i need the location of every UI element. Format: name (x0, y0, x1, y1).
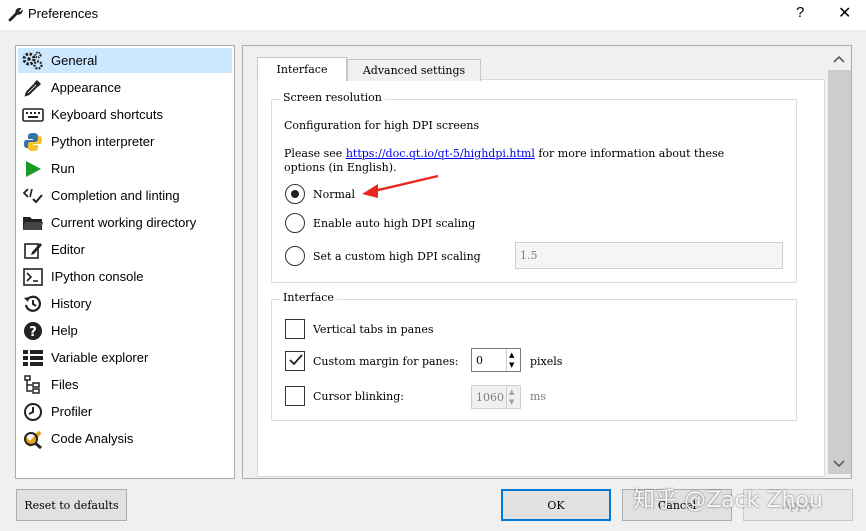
sidebar-item-appearance[interactable]: Appearance (18, 75, 232, 100)
spin-down-icon[interactable]: ▼ (509, 398, 514, 406)
sidebar-item-label: Python interpreter (51, 134, 155, 149)
chevron-up-icon[interactable] (833, 52, 845, 66)
highdpi-doc-link[interactable]: https://doc.qt.io/qt-5/highdpi.html (346, 147, 535, 160)
sidebar-item-label: IPython console (51, 269, 144, 284)
svg-text:?: ? (29, 325, 37, 340)
cursor-blinking-spinbox[interactable]: 1060 ▲ ▼ (471, 385, 521, 409)
terminal-icon (22, 266, 44, 288)
vertical-tabs-checkbox[interactable] (285, 319, 305, 339)
sidebar-item-profiler[interactable]: Profiler (18, 399, 232, 424)
sidebar-item-variable-explorer[interactable]: Variable explorer (18, 345, 232, 370)
sidebar-item-label: Keyboard shortcuts (51, 107, 164, 122)
radio-custom-scaling[interactable] (285, 246, 305, 266)
screen-resolution-group: Screen resolution Configuration for high… (271, 91, 797, 283)
info-text: Please see https://doc.qt.io/qt-5/highdp… (284, 147, 724, 160)
info-suffix: for more information about these (534, 147, 725, 160)
custom-margin-label: Custom margin for panes: (313, 355, 459, 368)
spin-down-icon[interactable]: ▼ (509, 361, 514, 369)
sidebar-item-keyboard-shortcuts[interactable]: Keyboard shortcuts (18, 102, 232, 127)
cursor-blinking-label: Cursor blinking: (313, 390, 404, 403)
play-icon (22, 158, 44, 180)
radio-normal[interactable] (285, 184, 305, 204)
sidebar-item-label: Current working directory (51, 215, 197, 230)
custom-margin-spinbox[interactable]: 0 ▲ ▼ (471, 348, 521, 372)
spin-buttons[interactable]: ▲ ▼ (506, 386, 520, 408)
list-icon (22, 347, 44, 369)
radio-auto-scaling[interactable] (285, 213, 305, 233)
sidebar-item-history[interactable]: History (18, 291, 232, 316)
sidebar-item-label: Appearance (51, 80, 122, 95)
completion-icon (22, 185, 44, 207)
scrollbar-thumb[interactable] (828, 70, 851, 474)
close-button[interactable]: ✕ (838, 3, 851, 23)
sidebar-item-code-analysis[interactable]: Code Analysis (18, 426, 232, 451)
spin-up-icon[interactable]: ▲ (509, 351, 514, 359)
spin-up-icon[interactable]: ▲ (509, 388, 514, 396)
sidebar-item-files[interactable]: Files (18, 372, 232, 397)
sidebar-item-label: Variable explorer (51, 350, 149, 365)
apply-button[interactable]: Apply (743, 489, 853, 521)
sidebar-item-label: General (51, 53, 98, 68)
spin-buttons[interactable]: ▲ ▼ (506, 349, 520, 371)
wrench-icon (8, 7, 24, 23)
custom-margin-checkbox[interactable] (285, 351, 305, 371)
interface-group: Interface Vertical tabs in panes Custom … (271, 291, 797, 421)
group-title: Interface (280, 291, 337, 304)
config-description: Configuration for high DPI screens (284, 119, 480, 132)
custom-scaling-input[interactable]: 1.5 (515, 242, 783, 269)
help-button[interactable]: ? (796, 4, 804, 21)
edit-icon (22, 239, 44, 261)
window-title: Preferences (28, 6, 99, 21)
clock-icon (22, 401, 44, 423)
sidebar-item-completion-and-linting[interactable]: Completion and linting (18, 183, 232, 208)
chevron-down-icon[interactable] (833, 457, 845, 471)
sidebar-item-label: Help (51, 323, 78, 338)
tab-interface[interactable]: Interface (257, 57, 347, 81)
cancel-button[interactable]: Cancel (622, 489, 732, 521)
history-icon (22, 293, 44, 315)
code-analysis-icon (22, 428, 44, 450)
sidebar-item-editor[interactable]: Editor (18, 237, 232, 262)
sidebar-item-ipython-console[interactable]: IPython console (18, 264, 232, 289)
sidebar-item-run[interactable]: Run (18, 156, 232, 181)
preferences-sidebar: General Appearance Keyboard shortcuts Py… (15, 45, 235, 479)
sidebar-item-python-interpreter[interactable]: Python interpreter (18, 129, 232, 154)
help-icon: ? (22, 320, 44, 342)
cursor-blinking-value: 1060 (476, 390, 504, 404)
python-icon (22, 131, 44, 153)
cursor-blinking-checkbox[interactable] (285, 386, 305, 406)
eyedropper-icon (22, 77, 44, 99)
ok-button[interactable]: OK (501, 489, 611, 521)
sidebar-item-label: Profiler (51, 404, 93, 419)
sidebar-item-help[interactable]: ? Help (18, 318, 232, 343)
radio-custom-scaling-label: Set a custom high DPI scaling (313, 250, 481, 263)
reset-to-defaults-button[interactable]: Reset to defaults (16, 489, 127, 521)
keyboard-icon (22, 104, 44, 126)
sidebar-item-label: Code Analysis (51, 431, 134, 446)
files-icon (22, 374, 44, 396)
gears-icon (22, 50, 44, 72)
vertical-scrollbar[interactable] (828, 46, 851, 478)
info-prefix: Please see (284, 147, 346, 160)
cursor-blinking-unit: ms (530, 390, 547, 403)
annotation-arrow-icon (362, 174, 439, 198)
sidebar-item-label: Run (51, 161, 75, 176)
custom-margin-value: 0 (476, 353, 483, 367)
sidebar-item-current-working-directory[interactable]: Current working directory (18, 210, 232, 235)
radio-normal-label: Normal (313, 188, 356, 201)
sidebar-item-label: Editor (51, 242, 85, 257)
vertical-tabs-label: Vertical tabs in panes (313, 323, 434, 336)
sidebar-item-label: Files (51, 377, 79, 392)
sidebar-item-label: History (51, 296, 92, 311)
sidebar-item-general[interactable]: General (18, 48, 232, 73)
radio-auto-scaling-label: Enable auto high DPI scaling (313, 217, 476, 230)
custom-margin-unit: pixels (530, 355, 563, 368)
group-title: Screen resolution (280, 91, 385, 104)
title-bar: Preferences ? ✕ (0, 0, 866, 30)
sidebar-item-label: Completion and linting (51, 188, 180, 203)
tab-advanced-settings[interactable]: Advanced settings (347, 59, 481, 81)
folder-icon (22, 212, 44, 234)
